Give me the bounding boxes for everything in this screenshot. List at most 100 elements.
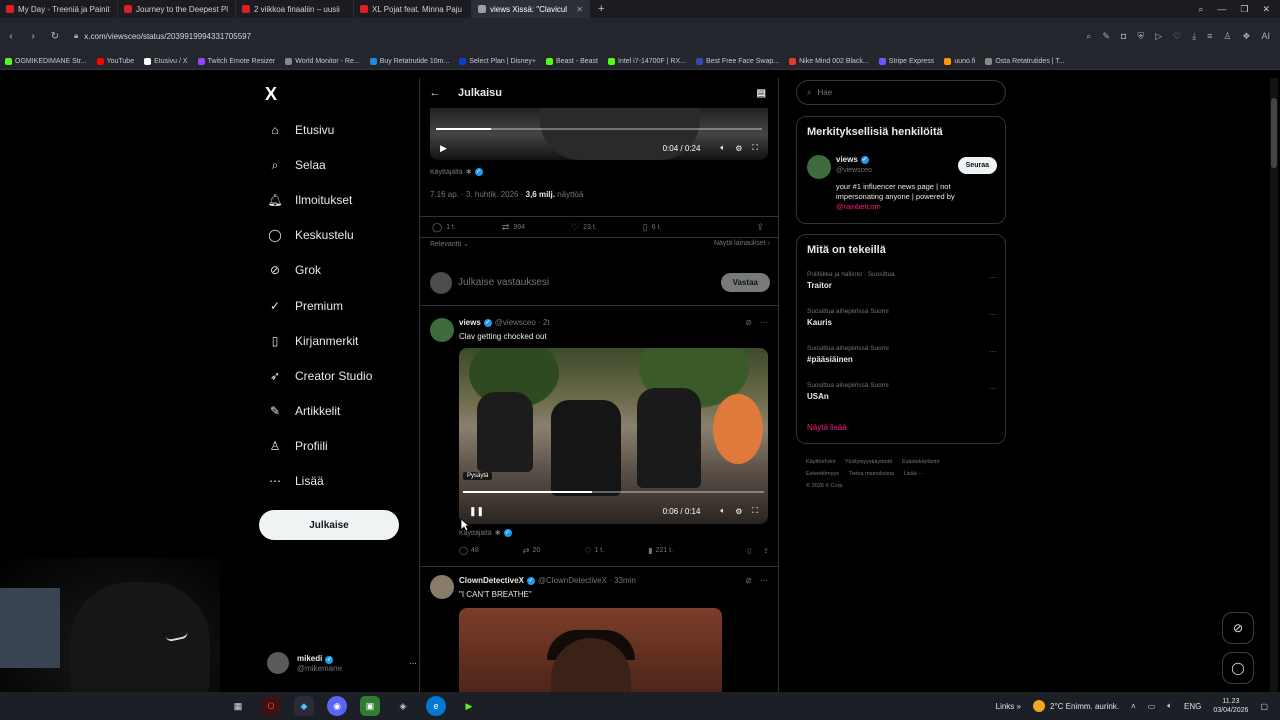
bookmark-action[interactable]: ▯ 6 t. xyxy=(643,222,662,233)
search-icon[interactable]: ⌕ xyxy=(1086,31,1091,42)
scrollbar-thumb[interactable] xyxy=(1271,98,1277,168)
bookmark[interactable]: YouTube xyxy=(92,58,140,65)
back-arrow-icon[interactable]: ← xyxy=(420,87,450,99)
tweet-author[interactable]: views xyxy=(459,318,481,327)
volume-icon[interactable]: 🔈︎ xyxy=(720,143,725,153)
browser-tab-active[interactable]: views Xissä: "Clavicul ✕ xyxy=(472,0,590,18)
repost-action[interactable]: ⇄ 994 xyxy=(502,222,525,233)
footer-link[interactable]: Käyttöehdot xyxy=(806,459,835,465)
edge-icon[interactable]: e xyxy=(426,696,446,716)
footer-link[interactable]: Yksityisyyskäytäntö xyxy=(845,459,893,465)
more-icon[interactable]: ··· xyxy=(989,273,997,282)
account-name[interactable]: views ✓ xyxy=(836,155,869,164)
reply-input[interactable]: Julkaise vastauksesi xyxy=(458,277,549,288)
close-tab-icon[interactable]: ✕ xyxy=(572,5,583,14)
bookmark[interactable]: uuno.fi xyxy=(939,58,980,65)
weather-widget[interactable]: 2°C Enimm. aurink. xyxy=(1033,700,1119,712)
more-icon[interactable]: ··· xyxy=(989,384,997,393)
repost-action[interactable]: ⇄ 20 xyxy=(523,546,541,555)
new-tab-button[interactable]: + xyxy=(590,3,612,15)
browser-tab[interactable]: XL Pojat feat. Minna Paju xyxy=(354,0,472,18)
bookmark[interactable]: Nike Mind 002 Black... xyxy=(784,58,874,65)
ai-icon[interactable]: AI xyxy=(1261,31,1270,42)
share-icon[interactable]: ⇪ xyxy=(763,547,769,555)
minimize-icon[interactable]: — xyxy=(1217,4,1226,15)
fullscreen-icon[interactable]: ⛶ xyxy=(752,506,758,516)
bookmark[interactable]: Intel i7-14700F | RX... xyxy=(603,58,691,65)
reader-view-icon[interactable]: ▤ xyxy=(757,88,766,99)
footer-link[interactable]: Lisää ··· xyxy=(904,471,924,477)
green-app-icon[interactable]: ▣ xyxy=(360,696,380,716)
footer-link[interactable]: Evästekäytäntö xyxy=(902,459,940,465)
video-progress[interactable] xyxy=(463,491,764,493)
shield-icon[interactable]: ⛨ xyxy=(1137,31,1144,42)
trend-item[interactable]: Suosittua aihepiirissä Suomi USAn ··· xyxy=(807,382,997,401)
bookmark[interactable]: Twitch Emote Resizer xyxy=(193,58,281,65)
browser-tab[interactable]: Journey to the Deepest Pl xyxy=(118,0,236,18)
nav-creator-studio[interactable]: ➶ Creator Studio xyxy=(267,368,372,384)
bookmark[interactable]: OGMIKEDIMANE Str... xyxy=(0,58,92,65)
sort-dropdown[interactable]: Relevantti ⌄ xyxy=(430,240,469,248)
url-field[interactable]: 🔒︎ x.com/viewsceo/status/203991999433170… xyxy=(74,31,251,41)
back-icon[interactable]: ‹ xyxy=(0,31,22,42)
footer-link[interactable]: Tietoa mainoksista xyxy=(848,471,894,477)
links-toolbar[interactable]: Links » xyxy=(996,702,1021,711)
browser-tab[interactable]: 2 viikkoa finaaliin – uusii xyxy=(236,0,354,18)
menu-icon[interactable]: ≡ xyxy=(1207,31,1212,42)
settings-icon[interactable]: ⚙ xyxy=(735,507,742,516)
discord-icon[interactable]: ◉ xyxy=(327,696,347,716)
nav-bookmarks[interactable]: ▯ Kirjanmerkit xyxy=(267,333,359,349)
reply-button[interactable]: Vastaa xyxy=(720,273,770,292)
extension-icon[interactable]: ❖ xyxy=(1242,31,1250,42)
more-icon[interactable]: ··· xyxy=(760,576,768,585)
nav-profile[interactable]: ♙ Profiili xyxy=(267,438,328,454)
tweet-photo[interactable] xyxy=(459,608,722,692)
footer-link[interactable]: Esteettömyys xyxy=(806,471,839,477)
clock[interactable]: 11.23 03/04/2026 xyxy=(1213,697,1248,715)
nav-premium[interactable]: ✓ Premium xyxy=(267,298,343,314)
download-icon[interactable]: ⤓ xyxy=(1192,31,1196,42)
volume-icon[interactable]: 🔈︎ xyxy=(720,506,725,516)
edit-icon[interactable]: ✎ xyxy=(1102,31,1110,42)
play-icon[interactable]: ▶ xyxy=(440,143,447,154)
bookmark[interactable]: Stripe Express xyxy=(874,58,940,65)
follow-button[interactable]: Seuraa xyxy=(957,157,997,174)
reply-action[interactable]: ◯ 1 t. xyxy=(432,222,456,233)
reply-video[interactable]: Pysäytä ❚❚ 0:06 / 0:14 🔈︎ ⚙ ⛶ xyxy=(459,348,768,524)
network-icon[interactable]: ▭ xyxy=(1148,702,1156,711)
app-icon[interactable]: ◈ xyxy=(393,696,413,716)
bio-link[interactable]: @rainbetcom xyxy=(836,202,881,211)
profile-icon[interactable]: ♙ xyxy=(1223,31,1231,42)
nav-articles[interactable]: ✎ Artikkelit xyxy=(267,403,340,419)
show-quotes-link[interactable]: Näytä lainaukset › xyxy=(714,240,770,248)
nav-notifications[interactable]: 🔔︎ Ilmoitukset xyxy=(267,192,352,208)
views-action[interactable]: ▮ 221 t. xyxy=(648,546,673,555)
reload-icon[interactable]: ↻ xyxy=(44,31,66,42)
more-icon[interactable]: ··· xyxy=(989,347,997,356)
like-action[interactable]: ♡ 1 t. xyxy=(584,546,604,555)
more-icon[interactable]: ··· xyxy=(989,310,997,319)
pause-icon[interactable]: ❚❚ xyxy=(469,506,484,517)
post-time[interactable]: 7.16 ap. · 3. huhtik. 2026 · xyxy=(430,190,526,199)
share-action[interactable]: ⇪ xyxy=(756,222,768,233)
bookmark[interactable]: Beast - Beast xyxy=(541,58,603,65)
scrollbar[interactable] xyxy=(1270,78,1278,692)
reply-action[interactable]: ◯ 48 xyxy=(459,546,479,555)
bookmark[interactable]: Etusivu / X xyxy=(139,58,192,65)
more-icon[interactable]: ··· xyxy=(760,318,768,327)
play-icon[interactable]: ▷ xyxy=(1155,31,1162,42)
bookmark[interactable]: World Monitor - Re... xyxy=(280,58,364,65)
browser-tab[interactable]: My Day - Treeniä ja Painit xyxy=(0,0,118,18)
more-icon[interactable]: ··· xyxy=(409,659,417,668)
trend-item[interactable]: Suosittua aihepiirissä Suomi #pääsiäinen ·… xyxy=(807,345,997,364)
forward-icon[interactable]: › xyxy=(22,31,44,42)
nav-more[interactable]: ⋯ Lisää xyxy=(267,473,324,489)
post-button[interactable]: Julkaise xyxy=(259,510,399,540)
grok-fab-icon[interactable]: ⊘ xyxy=(1222,612,1254,644)
task-view-icon[interactable]: ▦ xyxy=(228,696,248,716)
notification-icon[interactable]: ▢ xyxy=(1260,702,1268,711)
x-logo-icon[interactable]: X xyxy=(265,84,277,105)
fullscreen-icon[interactable]: ⛶ xyxy=(752,143,758,153)
grok-icon[interactable]: ⊘ xyxy=(745,576,752,585)
colorful-app-icon[interactable]: ◆ xyxy=(294,696,314,716)
